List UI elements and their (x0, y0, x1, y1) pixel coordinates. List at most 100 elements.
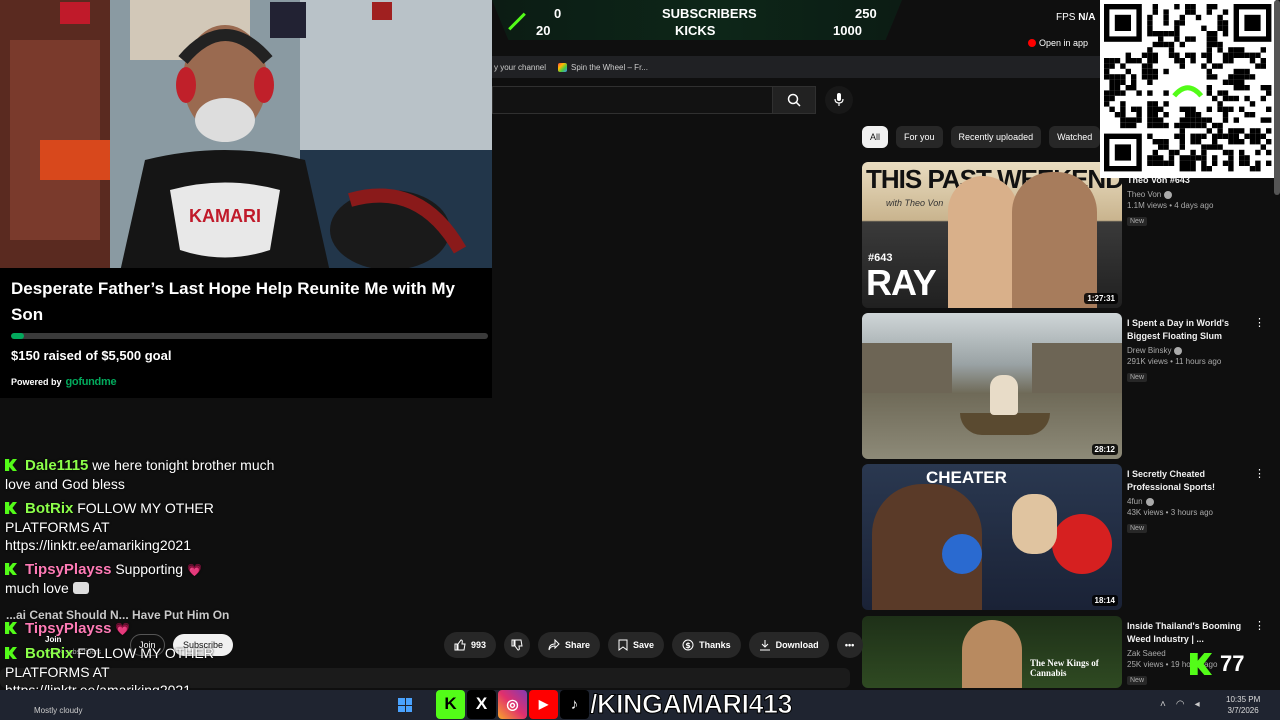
search-input[interactable] (492, 86, 772, 114)
dislike-button[interactable] (504, 632, 531, 658)
video-channel[interactable]: Drew Binsky (1127, 346, 1252, 355)
bookmarks-bar: y your channel Spin the Wheel – Fr... (492, 56, 1100, 78)
search-icon (787, 93, 801, 107)
bookmark-spin-wheel[interactable]: Spin the Wheel – Fr... (558, 62, 648, 72)
heart-emote-icon: 💗 (115, 622, 131, 636)
blue-glove (942, 534, 982, 574)
tiktok-icon: ♪ (560, 689, 589, 719)
channel-name: Zak Saeed (1127, 649, 1166, 658)
thumbs-up-icon (454, 639, 466, 651)
thumb-subtitle-text: with Theo Von (886, 198, 944, 208)
bookmark-channel[interactable]: y your channel (494, 63, 546, 72)
video-channel[interactable]: 4fun (1127, 497, 1252, 506)
video-thumbnail[interactable]: The New Kings of Cannabis (862, 616, 1122, 688)
video-thumbnail[interactable]: 28:12 (862, 313, 1122, 459)
video-actions: 993 Share Save $ Thanks Download ••• (444, 632, 863, 658)
qr-code (1100, 0, 1276, 178)
subscribers-current: 0 (554, 6, 562, 21)
channel-name: Drew Binsky (1127, 346, 1172, 355)
video-duration: 28:12 (1091, 444, 1118, 455)
taskbar-clock[interactable]: 10:35 PM 3/7/2026 (1226, 694, 1260, 716)
host-figure (962, 620, 1022, 688)
more-options-icon[interactable]: ⋮ (1254, 468, 1265, 480)
recommended-video[interactable]: 28:12 I Spent a Day in World's Biggest F… (862, 313, 1272, 459)
chat-username: TipsyPlayss (25, 620, 112, 637)
red-glove (1052, 514, 1112, 574)
chat-username: TipsyPlayss (25, 561, 112, 578)
download-button[interactable]: Download (748, 632, 829, 658)
search-button[interactable] (772, 86, 816, 114)
volume-icon[interactable]: ◂ (1195, 699, 1200, 710)
chat-message: Dale1115 we here tonight brother much lo… (5, 456, 295, 493)
video-title[interactable]: I Secretly Cheated Professional Sports! (1127, 468, 1252, 494)
subscribers-goal: 250 (855, 6, 877, 21)
open-in-app-button[interactable]: Open in app (1028, 36, 1088, 50)
kick-counter-value: 77 (1220, 651, 1245, 676)
like-button[interactable]: 993 (444, 632, 497, 658)
video-meta: 43K views • 3 hours ago (1127, 508, 1213, 517)
chip-for-you[interactable]: For you (896, 126, 943, 148)
video-thumbnail[interactable]: CHEATER 18:14 (862, 464, 1122, 610)
filter-chips: All For you Recently uploaded Watched (862, 126, 1101, 148)
thanks-button[interactable]: $ Thanks (672, 632, 741, 658)
wheel-icon (558, 62, 568, 72)
kick-badge-icon (5, 563, 17, 575)
video-duration: 1:27:31 (1084, 293, 1118, 304)
gofundme-logo: gofundme (65, 376, 117, 388)
scrollbar[interactable] (1274, 0, 1280, 195)
thumbs-down-icon (511, 639, 523, 651)
chip-watched[interactable]: Watched (1049, 126, 1101, 148)
video-meta: 291K views • 11 hours ago (1127, 357, 1222, 366)
video-thumbnail[interactable]: THIS PAST WEEKEND with Theo Von #643 RAY… (862, 162, 1122, 308)
save-button[interactable]: Save (608, 632, 665, 658)
chat-text: Supporting (115, 561, 184, 577)
video-channel[interactable]: Theo Von (1127, 190, 1252, 199)
video-title[interactable]: I Spent a Day in World's Biggest Floatin… (1127, 317, 1252, 343)
verified-icon (1145, 497, 1154, 506)
chevron-up-icon[interactable]: ˄ (1160, 699, 1166, 710)
kick-logo-icon (1190, 653, 1212, 675)
microphone-icon (834, 93, 844, 106)
chat-username: BotRix (25, 500, 74, 517)
new-badge: New (1127, 524, 1148, 533)
thumb-cannabis-text: The New Kings of Cannabis (1030, 658, 1099, 678)
video-title[interactable]: Inside Thailand's Booming Weed Industry … (1127, 620, 1252, 646)
more-options-icon[interactable]: ⋮ (1254, 317, 1265, 329)
wifi-icon[interactable]: ◠ (1176, 699, 1185, 710)
voice-search-button[interactable] (825, 86, 853, 114)
streamer-camera-image: KAMARI (0, 0, 492, 272)
windows-start-icon[interactable] (398, 698, 412, 712)
thanks-label: Thanks (699, 640, 731, 650)
background-video-title: ...ai Cenat Should N... Have Put Him On (6, 608, 230, 622)
kick-badge-icon (5, 622, 17, 634)
kicks-goal: 1000 (833, 23, 862, 38)
left-shacks (862, 343, 952, 393)
fundraiser-progress-bar (11, 333, 488, 339)
recommended-video[interactable]: CHEATER 18:14 I Secretly Cheated Profess… (862, 464, 1272, 610)
weather-widget[interactable]: Mostly cloudy (34, 706, 82, 715)
verified-icon (1174, 346, 1183, 355)
kick-counter: 77 (1190, 651, 1244, 677)
more-options-icon[interactable]: ⋮ (1254, 620, 1265, 632)
more-actions-button[interactable]: ••• (836, 632, 863, 658)
new-badge: New (1127, 676, 1148, 685)
system-tray: ˄ ◠ ◂ (1160, 699, 1200, 710)
kick-badge-icon (5, 502, 17, 514)
chip-all[interactable]: All (862, 126, 889, 148)
open-in-app-label: Open in app (1039, 38, 1089, 48)
chat-username: Dale1115 (25, 457, 89, 474)
share-button[interactable]: Share (538, 632, 601, 658)
video-meta: 1.1M views • 4 days ago (1127, 201, 1214, 210)
social-icons: K X ◎ ▶ ♪ (436, 688, 589, 720)
recommended-video[interactable]: THIS PAST WEEKEND with Theo Von #643 RAY… (862, 162, 1272, 308)
channel-name: Theo Von (1127, 190, 1162, 199)
chip-recently-uploaded[interactable]: Recently uploaded (950, 126, 1042, 148)
webcam-feed: KAMARI (0, 0, 492, 272)
fps-value: N/A (1078, 12, 1096, 23)
verified-icon (1164, 190, 1173, 199)
new-badge: New (1127, 373, 1148, 382)
man-figure (990, 375, 1018, 415)
bookmark-icon (618, 639, 628, 651)
bookmark-label: Spin the Wheel – Fr... (571, 62, 648, 72)
subscribers-label: SUBSCRIBERS (662, 6, 757, 21)
